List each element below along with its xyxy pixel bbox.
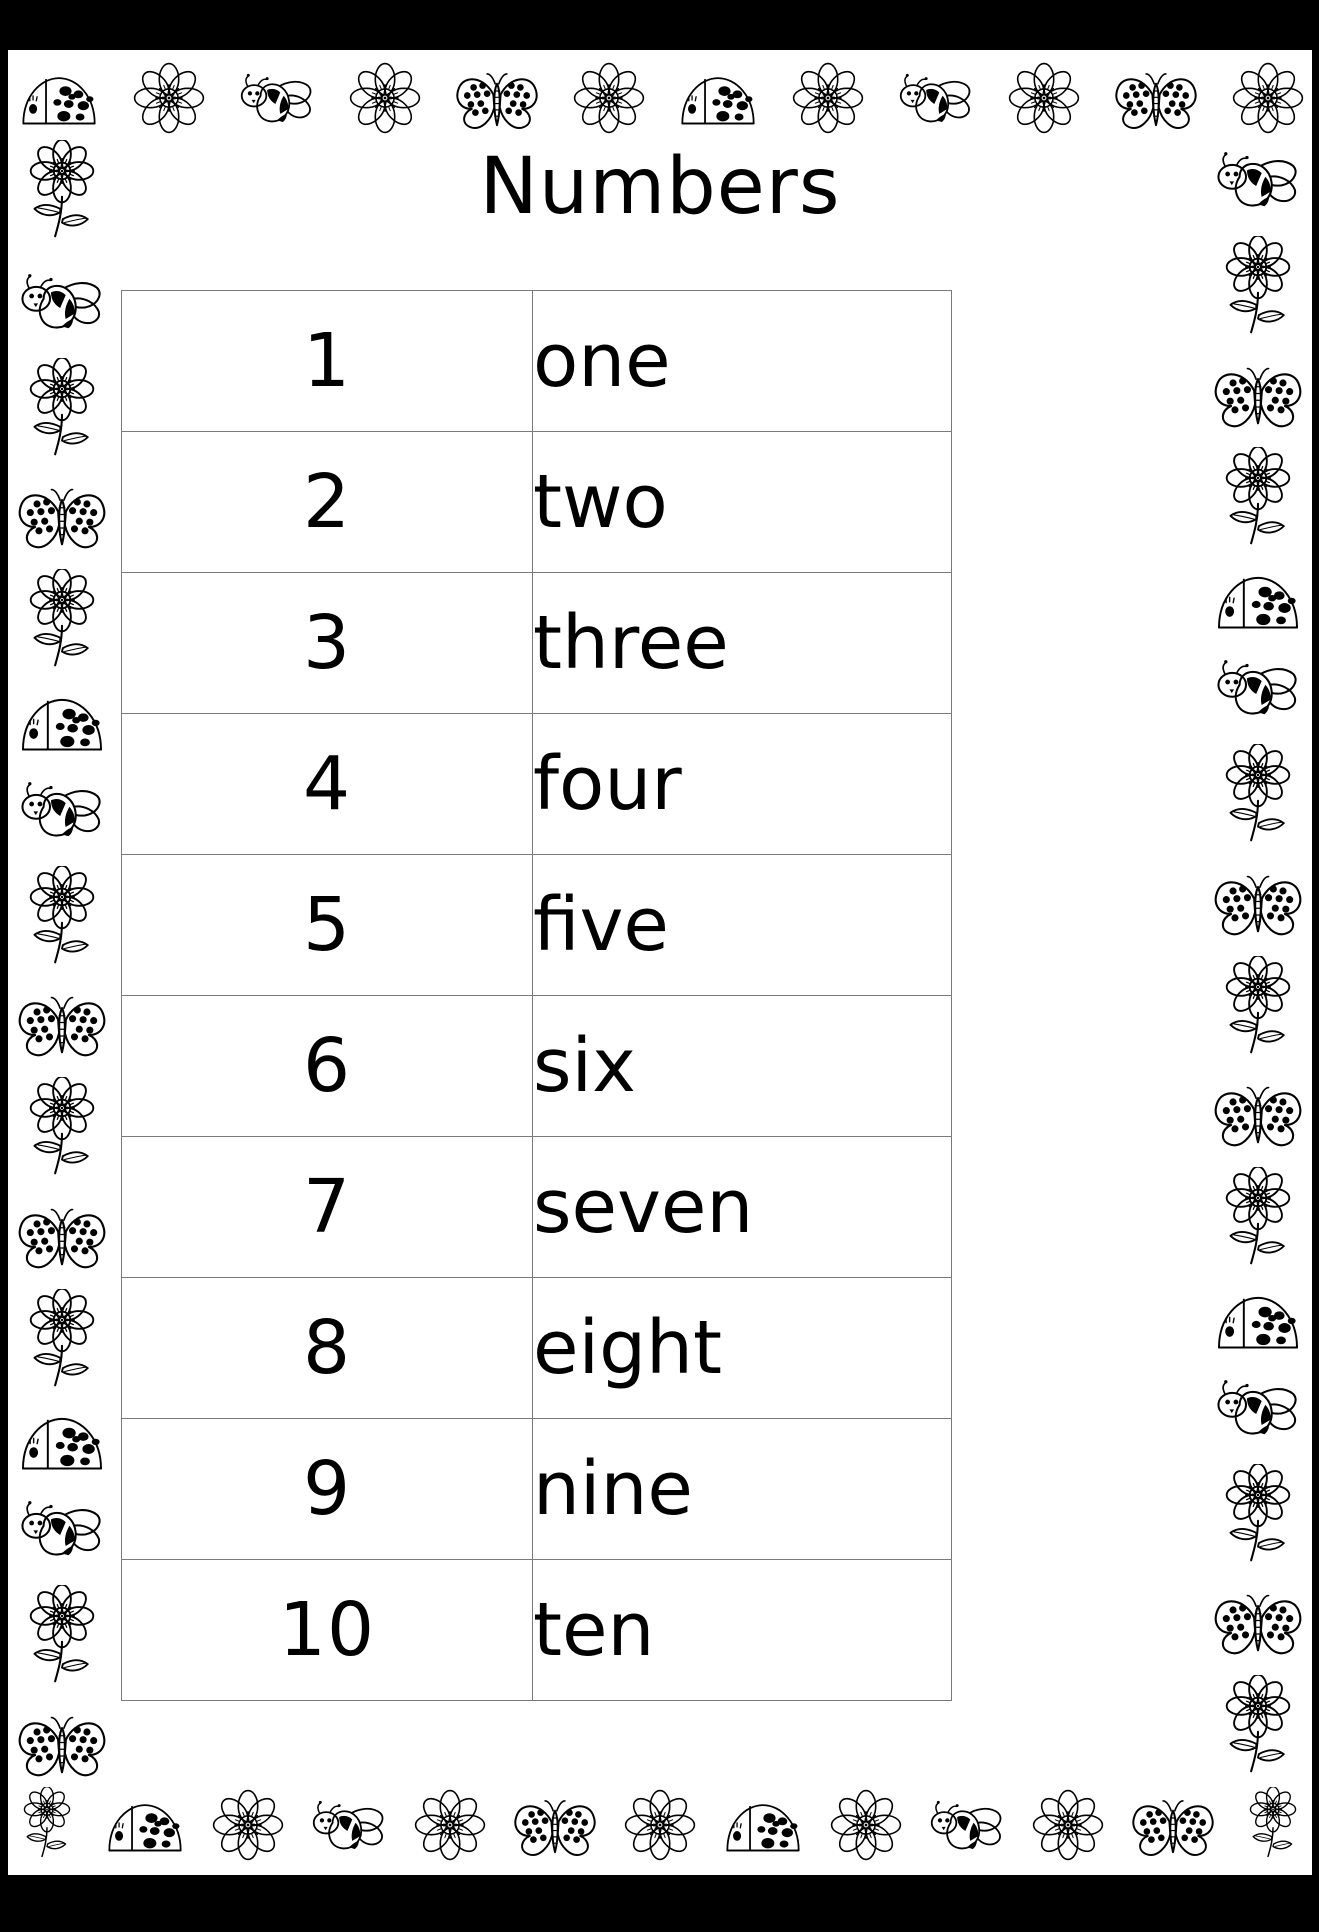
bee-icon <box>16 262 108 341</box>
butterfly-icon <box>1210 1077 1306 1150</box>
number-word-cell: one <box>532 290 952 432</box>
flower-icon <box>573 62 645 134</box>
number-word-cell: eight <box>532 1277 952 1419</box>
flower-icon <box>830 1789 902 1861</box>
flower-stem-icon <box>1215 955 1301 1061</box>
flower-stem-icon <box>19 357 105 463</box>
bee-icon <box>926 1790 1008 1861</box>
flower-stem-icon <box>1215 1463 1301 1569</box>
butterfly-icon <box>1111 64 1201 132</box>
number-word-cell: six <box>532 995 952 1137</box>
flower-icon <box>1032 1789 1104 1861</box>
table-row: 4 four <box>121 713 952 855</box>
butterfly-icon <box>1210 866 1306 939</box>
table-row: 7 seven <box>121 1136 952 1278</box>
table-row: 8 eight <box>121 1277 952 1419</box>
flower-stem-icon <box>1215 743 1301 849</box>
number-digit-cell: 2 <box>121 431 533 573</box>
decorative-border-bottom <box>16 1781 1304 1869</box>
flower-stem-icon <box>1242 1787 1304 1863</box>
ladybug-icon <box>15 691 109 753</box>
number-word-cell: five <box>532 854 952 996</box>
decorative-border-left <box>10 140 114 1780</box>
butterfly-icon <box>1210 1585 1306 1658</box>
flower-icon <box>212 1789 284 1861</box>
butterfly-icon <box>1128 1791 1218 1859</box>
flower-stem-icon <box>19 1077 105 1182</box>
table-row: 9 nine <box>121 1418 952 1560</box>
flower-stem-icon <box>19 1288 105 1394</box>
number-digit-cell: 3 <box>121 572 533 714</box>
number-digit-cell: 8 <box>121 1277 533 1419</box>
ladybug-icon <box>15 1410 109 1472</box>
numbers-table: 1 one 2 two 3 three 4 four 5 five 6 six 7 seven 8 eight… <box>121 290 952 1701</box>
flower-stem-icon <box>19 1585 105 1690</box>
worksheet-page: Numbers 1 one 2 two 3 three 4 four 5 five 6 six 7 sev… <box>8 50 1312 1875</box>
butterfly-icon <box>14 1707 110 1780</box>
table-row: 6 six <box>121 995 952 1137</box>
number-word-cell: seven <box>532 1136 952 1278</box>
bee-icon <box>895 63 977 134</box>
flower-icon <box>1232 62 1304 134</box>
ladybug-icon <box>102 1797 188 1854</box>
decorative-border-right <box>1206 140 1310 1780</box>
butterfly-icon <box>452 64 542 132</box>
butterfly-icon <box>1210 358 1306 431</box>
flower-stem-icon <box>1215 447 1301 552</box>
number-word-cell: ten <box>532 1559 952 1701</box>
ladybug-icon <box>720 1797 806 1854</box>
table-row: 3 three <box>121 572 952 714</box>
bee-icon <box>16 1489 108 1568</box>
flower-icon <box>624 1789 696 1861</box>
bee-icon <box>308 1790 390 1861</box>
number-word-cell: four <box>532 713 952 855</box>
butterfly-icon <box>14 479 110 552</box>
page-title: Numbers <box>479 142 841 232</box>
ladybug-icon <box>1211 1289 1305 1351</box>
worksheet-outer-frame: Numbers 1 one 2 two 3 three 4 four 5 five 6 six 7 sev… <box>0 0 1319 1932</box>
number-digit-cell: 7 <box>121 1136 533 1278</box>
flower-stem-icon <box>1215 1675 1301 1780</box>
flower-icon <box>349 62 421 134</box>
number-word-cell: nine <box>532 1418 952 1560</box>
bee-icon <box>1212 1368 1304 1447</box>
decorative-border-top <box>16 54 1304 142</box>
ladybug-icon <box>16 70 102 127</box>
flower-stem-icon <box>19 865 105 971</box>
bee-icon <box>236 63 318 134</box>
number-digit-cell: 10 <box>121 1559 533 1701</box>
butterfly-icon <box>14 987 110 1060</box>
ladybug-icon <box>1211 569 1305 631</box>
flower-icon <box>792 62 864 134</box>
bee-icon <box>16 770 108 849</box>
flower-stem-icon <box>19 569 105 674</box>
flower-icon <box>414 1789 486 1861</box>
flower-stem-icon <box>16 1787 78 1863</box>
number-digit-cell: 1 <box>121 290 533 432</box>
number-digit-cell: 5 <box>121 854 533 996</box>
bee-icon <box>1212 648 1304 727</box>
table-row: 2 two <box>121 431 952 573</box>
butterfly-icon <box>510 1791 600 1859</box>
number-digit-cell: 4 <box>121 713 533 855</box>
number-word-cell: three <box>532 572 952 714</box>
table-row: 5 five <box>121 854 952 996</box>
ladybug-icon <box>675 70 761 127</box>
flower-stem-icon <box>1215 235 1301 341</box>
table-row: 10 ten <box>121 1559 952 1701</box>
numbers-table-body: 1 one 2 two 3 three 4 four 5 five 6 six 7 seven 8 eight… <box>121 290 952 1701</box>
flower-icon <box>133 62 205 134</box>
flower-stem-icon <box>1215 1167 1301 1272</box>
flower-icon <box>1008 62 1080 134</box>
butterfly-icon <box>14 1199 110 1272</box>
number-digit-cell: 9 <box>121 1418 533 1560</box>
table-row: 1 one <box>121 290 952 432</box>
number-word-cell: two <box>532 431 952 573</box>
number-digit-cell: 6 <box>121 995 533 1137</box>
